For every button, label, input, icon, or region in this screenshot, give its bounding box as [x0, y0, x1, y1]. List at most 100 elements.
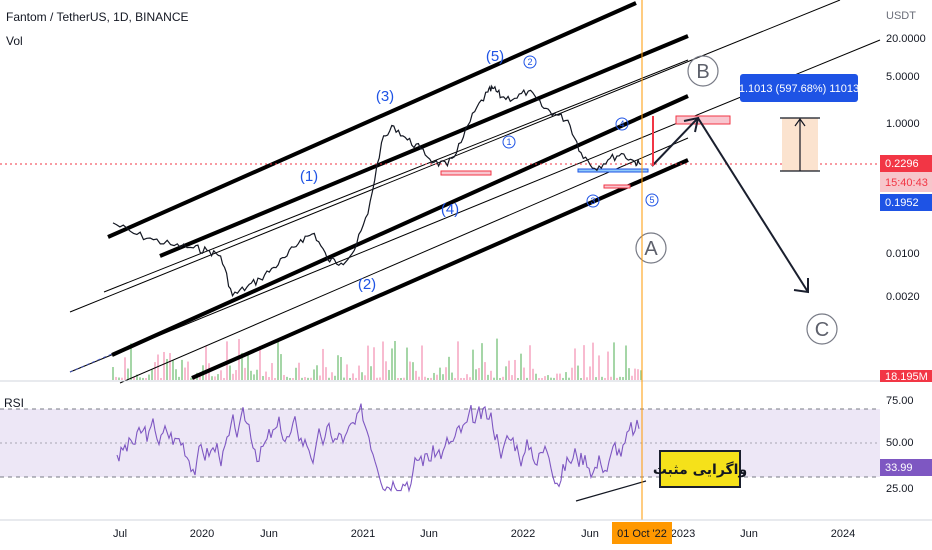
volume-bar — [121, 377, 123, 380]
x-tick-6: Jun — [581, 528, 599, 540]
x-tick-0: Jul — [113, 528, 127, 540]
volume-bar — [463, 377, 465, 380]
volume-bar — [409, 361, 411, 380]
volume-bar — [418, 376, 420, 380]
volume-bar — [343, 377, 345, 380]
volume-bar — [370, 366, 372, 380]
volume-bar — [205, 345, 207, 380]
y-tick-4: 0.0100 — [886, 248, 920, 260]
volume-bar — [490, 370, 492, 380]
volume-bar — [169, 353, 171, 380]
volume-bar — [250, 370, 252, 380]
volume-bar — [319, 375, 321, 380]
volume-bar — [331, 372, 333, 380]
volume-bar — [394, 340, 396, 380]
volume-bar — [256, 369, 258, 380]
volume-bar — [271, 363, 273, 380]
volume-bar — [457, 341, 459, 380]
circled-label-1: 1 — [506, 137, 511, 147]
volume-bar — [142, 377, 144, 380]
volume-bar — [442, 374, 444, 380]
volume-bar — [562, 377, 564, 380]
circled-label-4: 4 — [619, 119, 624, 129]
volume-bar — [529, 345, 531, 380]
x-tick-1: 2020 — [190, 528, 214, 540]
volume-bar — [340, 356, 342, 380]
volume-bar — [592, 342, 594, 380]
volume-bar — [493, 377, 495, 380]
volume-bar — [412, 362, 414, 380]
volume-bar — [322, 348, 324, 380]
circled-label-2: 2 — [527, 57, 532, 67]
volume-label: Vol — [6, 34, 23, 48]
volume-bar — [511, 375, 513, 380]
y-tick-1: 5.0000 — [886, 71, 920, 83]
volume-bar — [244, 367, 246, 380]
volume-bar — [178, 376, 180, 380]
volume-bar — [268, 377, 270, 380]
volume-bar — [274, 377, 276, 380]
volume-bar — [346, 364, 348, 380]
volume-bar — [460, 378, 462, 380]
volume-bar — [505, 366, 507, 380]
volume-bar — [151, 369, 153, 380]
chart-canvas[interactable]: 1.1013 (597.68%) 11013 (1) (2) (3) (4) (… — [0, 0, 932, 550]
volume-bar — [637, 369, 639, 380]
volume-bar — [163, 351, 165, 380]
x-tick-2: Jun — [260, 528, 278, 540]
volume-bar — [514, 359, 516, 380]
volume-bar — [307, 377, 309, 380]
volume-bar — [475, 369, 477, 380]
volume-bar — [262, 376, 264, 380]
volume-bar — [481, 343, 483, 380]
volume-bar — [610, 376, 612, 380]
volume-bar — [280, 354, 282, 380]
volume-bar — [325, 367, 327, 380]
volume-bar — [634, 368, 636, 380]
circled-label-5: 5 — [649, 195, 654, 205]
volume-bar — [295, 367, 297, 380]
volume-bar — [469, 377, 471, 380]
volume-value: 18.195M — [885, 371, 928, 383]
circled-label-3: 3 — [590, 196, 595, 206]
level-value: 0.1952 — [885, 197, 919, 209]
volume-bar — [211, 376, 213, 380]
volume-bar — [598, 355, 600, 380]
volume-bar — [628, 368, 630, 380]
volume-bar — [619, 376, 621, 380]
volume-bar — [118, 377, 120, 380]
last-price-value: 0.2296 — [885, 158, 919, 170]
x-tick-3: 2021 — [351, 528, 375, 540]
volume-bar — [517, 378, 519, 380]
volume-bar — [523, 367, 525, 380]
annotation-text: واگرایی مثبت — [653, 461, 747, 478]
volume-bar — [556, 373, 558, 380]
volume-bar — [406, 347, 408, 380]
volume-bar — [253, 374, 255, 380]
volume-bar — [400, 377, 402, 380]
volume-bar — [154, 362, 156, 380]
volume-bar — [436, 374, 438, 380]
volume-bar — [604, 377, 606, 380]
wave-label-4: (4) — [441, 201, 459, 218]
volume-bar — [526, 377, 528, 380]
volume-bar — [496, 338, 498, 380]
volume-bar — [583, 345, 585, 380]
volume-bar — [361, 372, 363, 380]
volume-bar — [217, 374, 219, 380]
crosshair-date: 01 Oct '22 — [617, 528, 667, 540]
volume-bar — [451, 372, 453, 380]
volume-bar — [214, 376, 216, 380]
label-a: A — [644, 238, 658, 260]
volume-bar — [148, 374, 150, 380]
volume-bar — [388, 369, 390, 380]
volume-bar — [187, 361, 189, 380]
volume-bar — [337, 355, 339, 380]
y-tick-0: 20.0000 — [886, 33, 926, 45]
volume-bar — [379, 377, 381, 380]
volume-bar — [574, 348, 576, 380]
volume-bar — [424, 376, 426, 380]
volume-bar — [235, 370, 237, 380]
volume-bar — [445, 367, 447, 380]
label-b: B — [696, 61, 709, 83]
